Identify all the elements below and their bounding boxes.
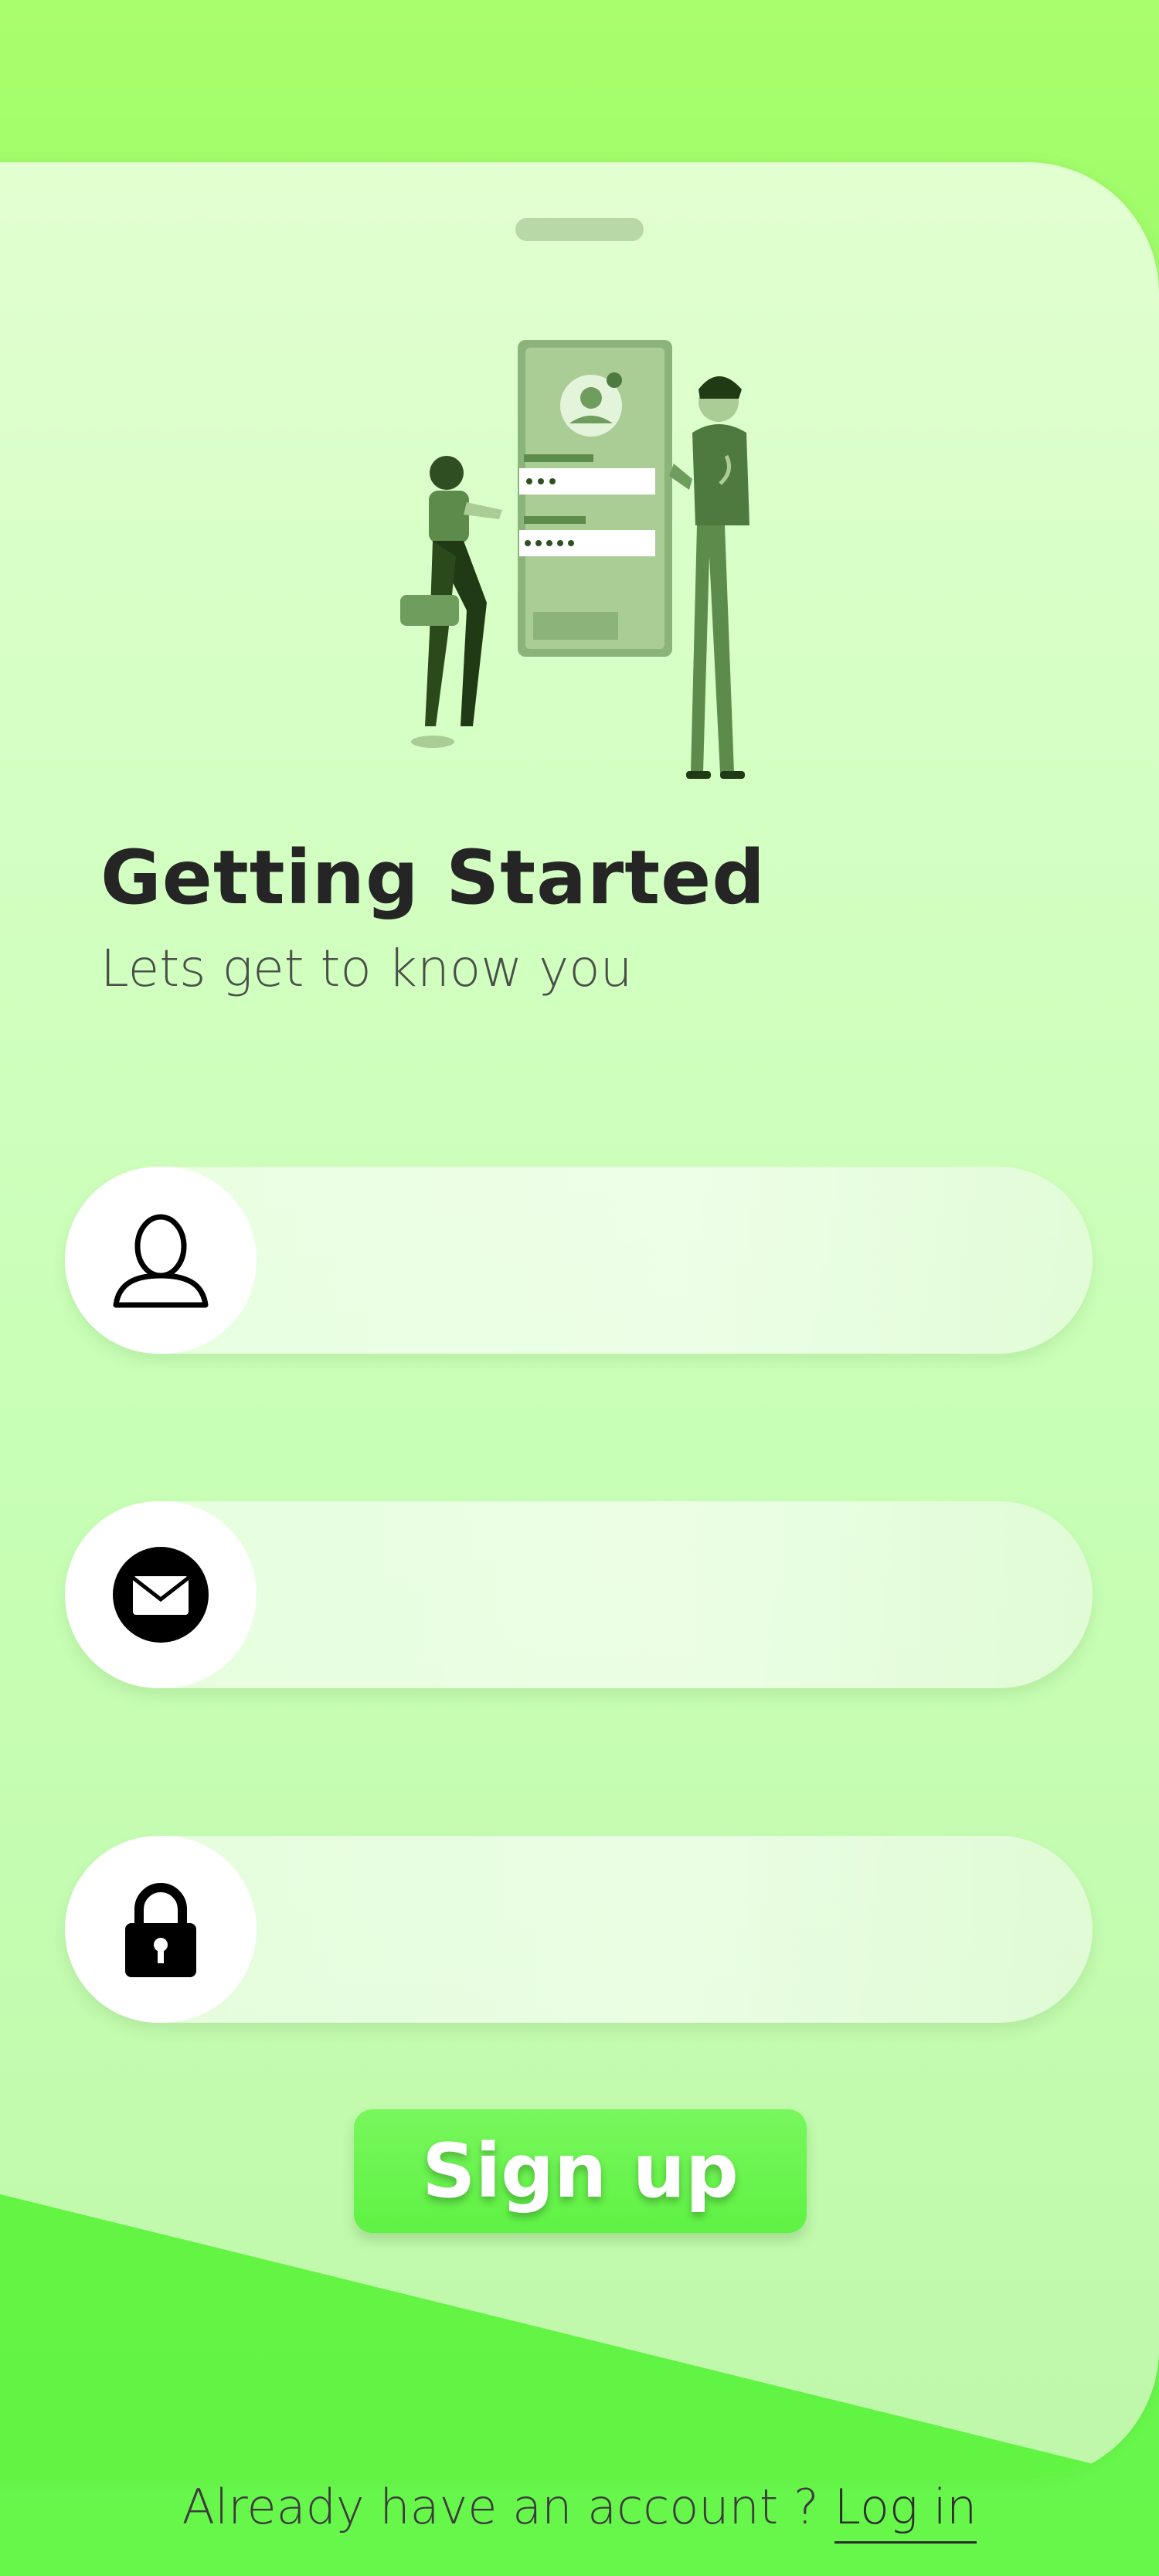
man-figure <box>669 376 749 779</box>
login-link[interactable]: Log in <box>834 2479 977 2544</box>
login-prompt-text: Already have an account ? <box>182 2479 819 2535</box>
woman-figure <box>400 456 502 748</box>
name-input[interactable] <box>274 1167 1049 1355</box>
user-icon <box>65 1167 257 1354</box>
login-prompt: Already have an account ? Log in <box>0 2479 1159 2544</box>
email-field[interactable] <box>65 1501 1093 1690</box>
mail-icon <box>65 1501 257 1688</box>
name-field[interactable] <box>65 1167 1093 1355</box>
drag-handle[interactable] <box>515 218 644 241</box>
page-subtitle: Lets get to know you <box>100 939 633 998</box>
lock-icon <box>65 1836 257 2023</box>
password-input[interactable] <box>274 1836 1049 2024</box>
email-input[interactable] <box>274 1501 1049 1690</box>
signup-button[interactable]: Sign up <box>354 2109 807 2233</box>
page-title: Getting Started <box>100 834 766 921</box>
signup-illustration <box>400 340 749 779</box>
password-field[interactable] <box>65 1836 1093 2024</box>
